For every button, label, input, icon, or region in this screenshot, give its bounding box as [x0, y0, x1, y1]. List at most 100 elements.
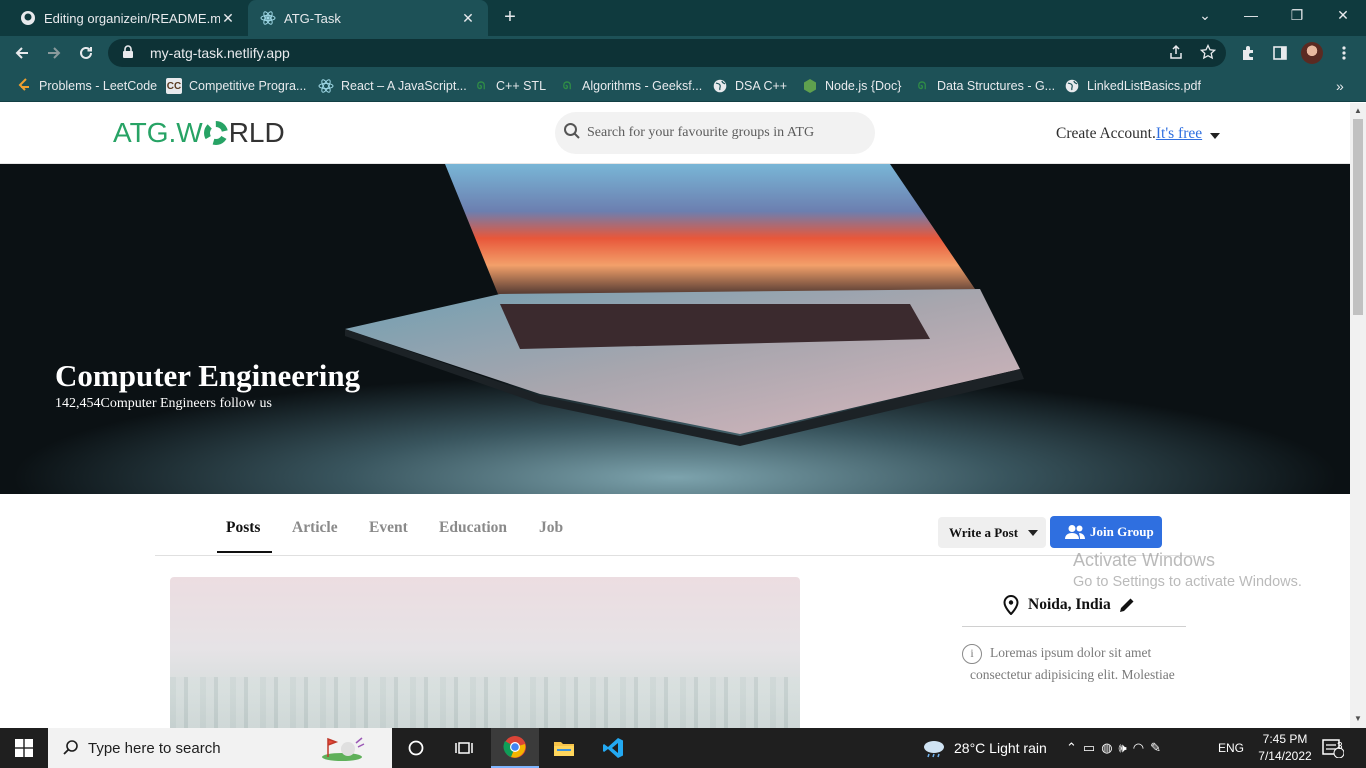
site-header: ATG.W RLD Search for your favourite grou… — [0, 103, 1350, 164]
address-bar[interactable]: my-atg-task.netlify.app — [108, 39, 1226, 67]
bookmark-linkedlist-pdf[interactable]: LinkedListBasics.pdf — [1064, 76, 1201, 96]
join-group-button[interactable]: Join Group — [1050, 516, 1162, 548]
share-icon[interactable] — [1166, 42, 1186, 62]
language-indicator[interactable]: ENG — [1218, 728, 1244, 768]
taskbar-clock[interactable]: 7:45 PM 7/14/2022 — [1256, 731, 1314, 765]
bookmark-label: Problems - LeetCode — [39, 79, 158, 93]
bookmark-label: C++ STL — [496, 79, 547, 93]
tab-search-icon[interactable]: ⌄ — [1182, 0, 1228, 30]
restore-icon[interactable]: ❐ — [1274, 0, 1320, 30]
bookmark-react[interactable]: React – A JavaScript... — [318, 76, 467, 96]
pen-icon[interactable]: ✎ — [1150, 740, 1167, 756]
react-icon — [260, 10, 276, 26]
group-tabs: Posts Article Event Education Job Write … — [155, 494, 1195, 556]
tab-posts[interactable]: Posts — [226, 519, 260, 537]
create-account[interactable]: Create Account. It's free — [1056, 125, 1221, 143]
bookmarks-bar: Problems - LeetCode CC Competitive Progr… — [0, 70, 1366, 102]
react-icon — [318, 78, 334, 94]
close-window-icon[interactable]: ✕ — [1320, 0, 1366, 30]
tab-job[interactable]: Job — [539, 519, 563, 537]
system-tray-icons[interactable]: ⌃ ▭ ◍ 🕪 ◠ ✎ — [1066, 728, 1167, 768]
bookmark-leetcode[interactable]: Problems - LeetCode — [16, 76, 157, 96]
location-text: Noida, India — [1028, 596, 1111, 613]
bookmark-codechef[interactable]: CC Competitive Progra... — [166, 76, 306, 96]
hero-banner: Computer Engineering 142,454Computer Eng… — [0, 164, 1350, 494]
scrollbar-thumb[interactable] — [1353, 119, 1363, 315]
group-search-input[interactable]: Search for your favourite groups in ATG — [555, 112, 875, 154]
chrome-taskbar-icon[interactable] — [491, 728, 539, 768]
vscode-icon[interactable] — [589, 728, 637, 768]
edit-pencil-icon[interactable] — [1117, 595, 1137, 615]
browser-tab-atg[interactable]: ATG-Task ✕ — [248, 0, 488, 36]
bookmark-star-icon[interactable] — [1198, 42, 1218, 62]
notification-count: 3 — [1337, 741, 1343, 752]
its-free-link[interactable]: It's free — [1156, 125, 1202, 143]
minimize-icon[interactable]: — — [1228, 0, 1274, 30]
new-tab-button[interactable]: + — [498, 6, 522, 30]
group-title: Computer Engineering — [55, 358, 361, 393]
reload-icon[interactable] — [74, 41, 98, 65]
extensions-icon[interactable] — [1237, 42, 1259, 64]
atg-logo[interactable]: ATG.W RLD — [113, 117, 285, 149]
weather-text: 28°C Light rain — [954, 740, 1047, 756]
golf-search-highlight-icon — [322, 737, 365, 761]
rain-cloud-icon — [924, 741, 944, 758]
url-text: my-atg-task.netlify.app — [150, 45, 290, 61]
notification-center-icon[interactable]: 3 — [1322, 728, 1344, 768]
kebab-menu-icon[interactable] — [1333, 42, 1355, 64]
bookmark-data-structures[interactable]: ᘏ Data Structures - G... — [914, 76, 1055, 96]
logo-text-left: ATG.W — [113, 117, 203, 148]
battery-icon[interactable]: ▭ — [1083, 740, 1101, 756]
info-icon: i — [962, 643, 982, 664]
scroll-down-icon[interactable]: ▼ — [1354, 714, 1362, 723]
network-icon[interactable]: ◍ — [1101, 740, 1118, 756]
wifi-icon[interactable]: ◠ — [1133, 740, 1150, 756]
taskbar-search-placeholder: Type here to search — [88, 739, 221, 757]
gfg-icon: ᘏ — [917, 80, 927, 92]
bookmark-label: React – A JavaScript... — [341, 79, 467, 93]
bookmark-label: Algorithms - Geeksf... — [582, 79, 703, 93]
back-icon[interactable] — [10, 41, 34, 65]
page-scrollbar[interactable]: ▲ ▼ — [1350, 103, 1366, 728]
scroll-up-icon[interactable]: ▲ — [1354, 106, 1362, 115]
location-row: Noida, India — [1002, 595, 1137, 615]
bookmark-cpp-stl[interactable]: ᘏ C++ STL — [473, 76, 546, 96]
search-icon — [563, 122, 581, 145]
bookmark-label: Data Structures - G... — [937, 79, 1056, 93]
caret-down-icon[interactable] — [1210, 132, 1221, 139]
post-image[interactable] — [170, 577, 800, 728]
show-hidden-icons-icon[interactable]: ⌃ — [1066, 740, 1083, 756]
globe-icon — [712, 78, 728, 94]
caret-down-icon — [1028, 529, 1039, 536]
cortana-icon[interactable] — [392, 728, 440, 768]
side-panel-icon[interactable] — [1269, 42, 1291, 64]
bookmark-label: Competitive Progra... — [189, 79, 307, 93]
browser-tab-github[interactable]: Editing organizein/README.md a ✕ — [8, 0, 248, 36]
write-post-button[interactable]: Write a Post — [938, 517, 1046, 548]
search-icon — [63, 740, 78, 755]
more-bookmarks-icon[interactable]: » — [1336, 76, 1344, 96]
logo-text-right: RLD — [228, 117, 285, 148]
volume-icon[interactable]: 🕪 — [1119, 740, 1133, 756]
forward-icon[interactable] — [42, 41, 66, 65]
close-tab-icon[interactable]: ✕ — [220, 10, 236, 27]
github-icon — [20, 10, 36, 26]
bookmark-dsa-cpp[interactable]: DSA C++ — [712, 76, 787, 96]
browser-toolbar: my-atg-task.netlify.app — [0, 36, 1366, 70]
tab-event[interactable]: Event — [369, 519, 408, 537]
file-explorer-icon[interactable] — [540, 728, 588, 768]
tab-education[interactable]: Education — [439, 519, 507, 537]
bookmark-nodejs[interactable]: Node.js {Doc} — [802, 76, 901, 96]
cc-icon: CC — [166, 78, 182, 94]
taskbar-search-input[interactable]: Type here to search — [48, 728, 392, 768]
tab-article[interactable]: Article — [292, 519, 338, 537]
close-tab-icon[interactable]: ✕ — [460, 10, 476, 27]
bookmark-algorithms[interactable]: ᘏ Algorithms - Geeksf... — [559, 76, 702, 96]
weather-widget[interactable]: 28°C Light rain — [922, 728, 1047, 768]
windows-start-icon[interactable] — [0, 728, 48, 768]
info-text: i Loremas ipsum dolor sit amet consectetu… — [962, 642, 1192, 685]
nodejs-icon — [802, 78, 818, 94]
profile-avatar[interactable] — [1301, 42, 1323, 64]
task-view-icon[interactable] — [440, 728, 488, 768]
watermark-line-1: Activate Windows — [1073, 550, 1216, 570]
